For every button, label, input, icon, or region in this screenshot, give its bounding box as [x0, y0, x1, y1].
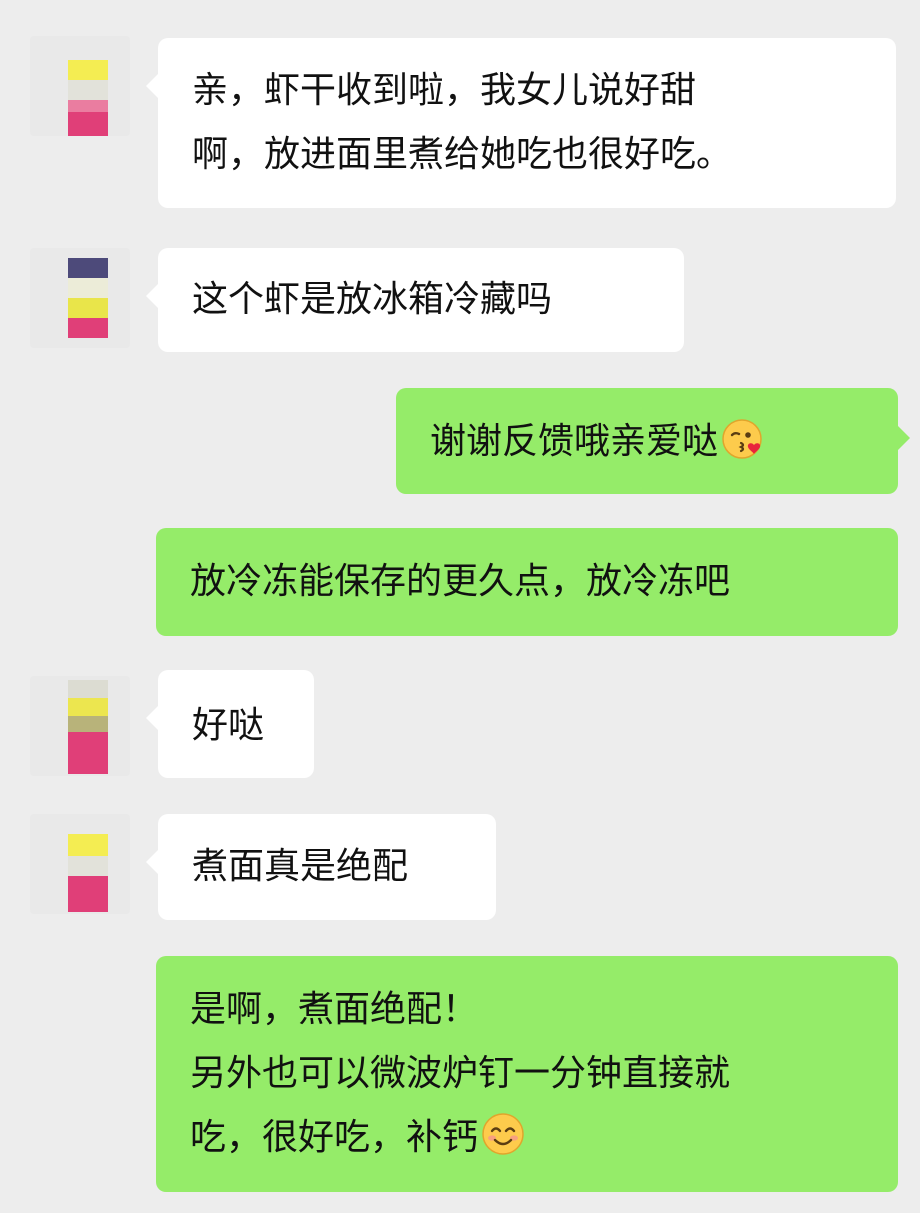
incoming-message-bubble[interactable]: 这个虾是放冰箱冷藏吗 [146, 248, 684, 352]
message-text-line: 这个虾是放冰箱冷藏吗 [192, 279, 553, 320]
message-text-line: 啊，放进面里煮给她吃也很好吃。 [192, 134, 733, 175]
incoming-message-bubble[interactable]: 亲，虾干收到啦，我女儿说好甜 啊，放进面里煮给她吃也很好吃。 [146, 38, 896, 208]
message-text-line: 另外也可以微波炉钉一分钟直接就 [190, 1053, 731, 1094]
kissing-heart-emoji-icon [720, 417, 764, 482]
incoming-message-bubble[interactable]: 好哒 [146, 670, 314, 778]
contact-avatar[interactable] [30, 36, 130, 136]
message-text-line: 放冷冻能保存的更久点，放冷冻吧 [190, 561, 731, 602]
message-text-line: 是啊，煮面绝配！ [190, 989, 479, 1030]
message-text-line: 谢谢反馈哦亲爱哒 [430, 421, 719, 462]
message-text-line: 煮面真是绝配 [192, 846, 409, 887]
message-text-line: 亲，虾干收到啦，我女儿说好甜 [192, 70, 697, 111]
smiling-blush-emoji-icon [480, 1111, 526, 1178]
contact-avatar[interactable] [30, 248, 130, 348]
contact-avatar[interactable] [30, 814, 130, 914]
outgoing-message-bubble[interactable]: 谢谢反馈哦亲爱哒 [396, 388, 910, 494]
contact-avatar[interactable] [30, 676, 130, 776]
message-text-line: 好哒 [192, 705, 265, 746]
outgoing-message-bubble[interactable]: 放冷冻能保存的更久点，放冷冻吧 [156, 528, 898, 636]
outgoing-message-bubble[interactable]: 是啊，煮面绝配！ 另外也可以微波炉钉一分钟直接就 吃，很好吃，补钙 [156, 956, 898, 1192]
message-text-line: 吃，很好吃，补钙 [190, 1117, 479, 1158]
incoming-message-bubble[interactable]: 煮面真是绝配 [146, 814, 496, 920]
